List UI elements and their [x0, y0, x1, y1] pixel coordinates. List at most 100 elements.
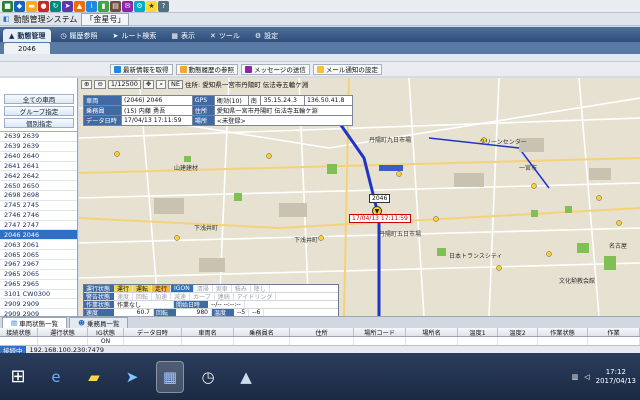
tab-dynamic-management[interactable]: ▲ 動態管理 [3, 29, 52, 42]
column-header[interactable]: 接続状態 [0, 328, 38, 336]
action-bar: 最新情報を取得 動態履歴の参照 メッセージの送信 メール通知の設定 [0, 62, 640, 76]
list-item[interactable]: 2063 2061 [0, 240, 77, 251]
list-item[interactable]: 2746 2746 [0, 211, 77, 221]
status-cell: 降し [251, 285, 270, 293]
north-east-button[interactable]: NE [168, 79, 183, 89]
list-item[interactable]: 2650 2650 [0, 181, 77, 192]
list-item[interactable]: 2745 2745 [0, 201, 77, 211]
table-cell [124, 337, 182, 345]
list-item[interactable]: 2046 2046 [0, 230, 77, 241]
ie-icon[interactable]: e [42, 361, 70, 393]
dynamic-mgmt-app-icon[interactable]: ▦ [156, 360, 184, 393]
print-icon[interactable]: ▤ [110, 0, 121, 12]
vehicle-value: (2046) 2046 [121, 95, 193, 106]
tab-settings[interactable]: ⚙ 設定 [249, 29, 284, 42]
volume-icon[interactable]: ◁ [584, 373, 589, 381]
column-header[interactable]: 作業 [588, 328, 640, 336]
sensor-row: 速度 60.7 回転 980 温度 --5 --6 [84, 309, 338, 316]
table-row[interactable]: ON [0, 337, 640, 345]
address-value: 愛知県一宮市丹陽町 伝法寺五輪ケ淵 [202, 81, 309, 89]
tab-route-search[interactable]: ➤ ルート検索 [107, 29, 163, 42]
longitude-value: 136.50.41.8 [303, 95, 354, 106]
alert-icon[interactable]: ● [38, 0, 49, 12]
list-item[interactable]: 2967 2967 [0, 260, 77, 270]
gear-icon: ⚙ [254, 31, 262, 40]
vehicle-status-grid: 接続状態 運行状態 IG状態 データ日時 車両名 乗務員名 住所 場所コード 場所名 温度1 温度2… [0, 328, 640, 345]
taskbar-clock[interactable]: 17:12 2017/04/13 [596, 368, 636, 386]
zoom-out-icon[interactable]: ⊖ [94, 79, 106, 89]
column-header[interactable]: 温度1 [458, 328, 498, 336]
info-icon[interactable]: i [86, 0, 97, 12]
list-item[interactable]: 2642 2642 [0, 171, 77, 182]
send-message-button[interactable]: メッセージの送信 [241, 63, 310, 75]
chart-icon[interactable]: ▮ [98, 0, 109, 12]
warning-cell: カーブ [190, 293, 215, 301]
list-item[interactable]: 2065 2065 [0, 250, 77, 260]
list-item[interactable]: 2640 2640 [0, 152, 77, 162]
pan-icon[interactable]: ✥ [142, 79, 155, 89]
tab-history[interactable]: ◷ 履歴参照 [54, 29, 103, 42]
settings-icon[interactable]: ⚙ [134, 0, 145, 12]
column-header[interactable]: 車両名 [182, 328, 234, 336]
truck-icon[interactable]: ▲ [74, 0, 85, 12]
list-item[interactable]: 2641 2641 [0, 162, 77, 172]
window-icon: ◧ [3, 15, 10, 23]
column-header[interactable]: 作業状態 [538, 328, 588, 336]
column-header[interactable]: 場所名 [406, 328, 458, 336]
user-name: 「金星号」 [81, 12, 130, 26]
list-item[interactable]: 2747 2747 [0, 221, 77, 231]
column-header[interactable]: 運行状態 [38, 328, 88, 336]
map-view[interactable]: 丹陽町九日市場 クリーンセンター 一宮市 山建建材 下浅井町 下浅井町 丹陽町五日市場… [79, 78, 640, 316]
map-icon[interactable]: ◆ [14, 0, 25, 12]
column-header[interactable]: 乗務員名 [234, 328, 290, 336]
svg-text:下浅井町: 下浅井町 [194, 224, 218, 232]
list-item[interactable]: 2909 2909 [0, 299, 77, 310]
tab-tools[interactable]: ✕ ツール [204, 29, 246, 42]
explorer-icon[interactable]: ▰ [80, 361, 108, 393]
get-latest-button[interactable]: 最新情報を取得 [110, 63, 173, 75]
status-cell: 実車 [213, 285, 232, 293]
mail-notify-button[interactable]: メール通知の設定 [312, 63, 382, 75]
column-header[interactable]: データ日時 [124, 328, 182, 336]
column-header[interactable]: IG状態 [88, 328, 124, 336]
app-icon[interactable]: ■ [2, 0, 13, 12]
warning-cell: 加速 [152, 293, 172, 301]
start-icon[interactable]: ⊞ [4, 361, 32, 393]
table-cell [458, 337, 498, 345]
network-icon[interactable]: ▥ [572, 373, 579, 381]
list-item[interactable]: 2965 2065 [0, 270, 77, 280]
vehicle-app-icon[interactable]: ▲ [232, 361, 260, 393]
list-item[interactable]: 2965 2965 [0, 280, 77, 290]
list-item[interactable]: 3101 CW0300 [0, 290, 77, 300]
column-header[interactable]: 住所 [290, 328, 354, 336]
column-header[interactable]: 温度2 [498, 328, 538, 336]
svg-text:下浅井町: 下浅井町 [294, 236, 318, 244]
app-launcher-icon[interactable]: ➤ [118, 361, 146, 393]
scale-select[interactable]: 1/12500 [107, 79, 141, 89]
all-vehicles-button[interactable]: 全ての車両 [4, 94, 74, 104]
column-header[interactable]: 場所コード [354, 328, 406, 336]
route-icon[interactable]: ➤ [62, 0, 73, 12]
zoom-in-icon[interactable]: ⊕ [81, 79, 93, 89]
star-icon[interactable]: ★ [146, 0, 157, 12]
tab-driver-list[interactable]: ☻ 乗務員一覧 [69, 317, 129, 328]
list-item[interactable]: 2639 2639 [0, 142, 77, 152]
list-item[interactable]: 2698 2698 [0, 191, 77, 201]
list-item[interactable]: 2639 2639 [0, 132, 77, 142]
history-button[interactable]: 動態履歴の参照 [175, 63, 238, 75]
system-tray: ▥ ◁ 17:12 2017/04/13 [572, 353, 636, 400]
individual-select-button[interactable]: 個別指定 [4, 118, 74, 128]
tab-vehicle-status-list[interactable]: ▤ 車両状態一覧 [2, 317, 68, 328]
clock-app-icon[interactable]: ◷ [194, 361, 222, 393]
help-icon[interactable]: ? [158, 0, 169, 12]
refresh-icon[interactable]: ↻ [50, 0, 61, 12]
group-select-button[interactable]: グループ指定 [4, 106, 74, 116]
vehicle-marker-label[interactable]: 17/04/13 17:11:59 [349, 214, 411, 223]
tab-vehicle-2046[interactable]: 2046 [4, 43, 50, 54]
table-cell [354, 337, 406, 345]
search-icon[interactable]: ⌕ [156, 79, 167, 89]
folder-icon[interactable]: ▬ [26, 0, 37, 12]
tab-view[interactable]: ▦ 表示 [165, 29, 201, 42]
gps-value: 衛効(10) [213, 95, 249, 106]
mail-icon[interactable]: ✉ [122, 0, 133, 12]
